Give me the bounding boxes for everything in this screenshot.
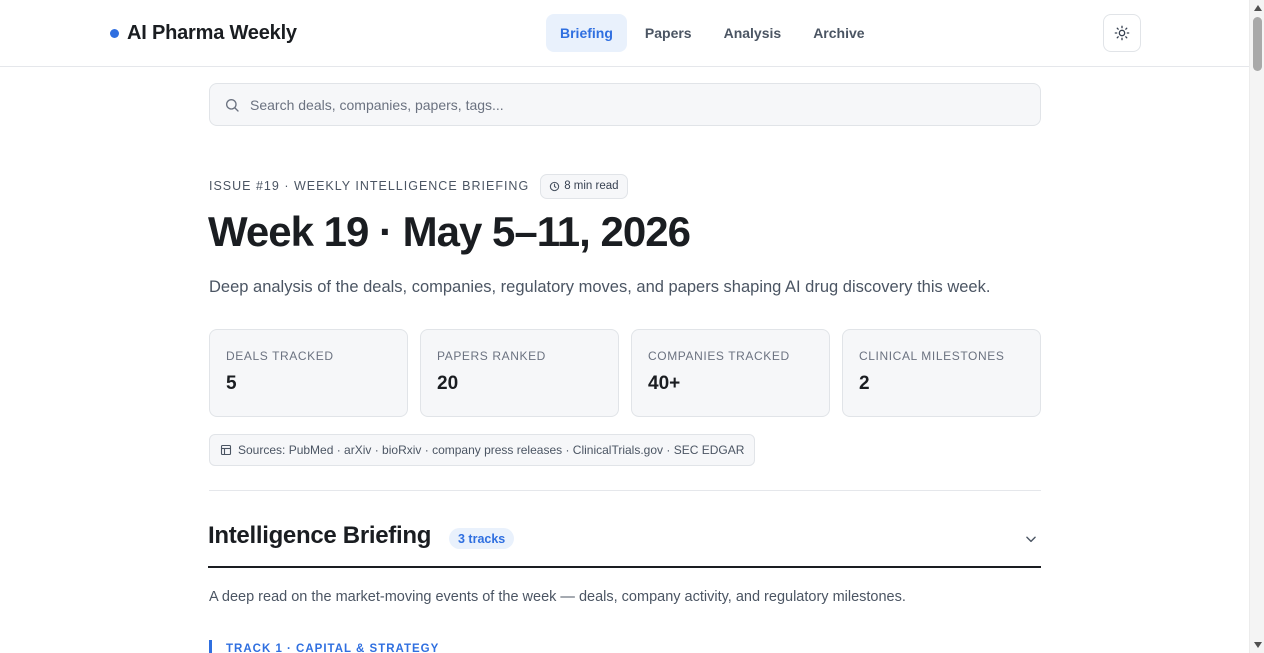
stat-value: 40+ [648, 373, 681, 394]
nav-item-briefing[interactable]: Briefing [546, 14, 627, 52]
scroll-up-arrow-icon[interactable] [1250, 2, 1264, 14]
issue-meta: ISSUE #19 · WEEKLY INTELLIGENCE BRIEFING… [209, 173, 628, 199]
theme-toggle-button[interactable] [1103, 14, 1141, 52]
stat-card-companies: COMPANIES TRACKED 40+ [631, 329, 830, 417]
nav-item-analysis[interactable]: Analysis [710, 14, 796, 52]
brand-logo[interactable]: AI Pharma Weekly [110, 20, 297, 46]
read-time-badge: 8 min read [540, 173, 628, 199]
page-title: Week 19 · May 5–11, 2026 [208, 208, 691, 255]
nav-item-archive[interactable]: Archive [799, 14, 878, 52]
top-navigation-bar: AI Pharma Weekly Briefing Papers Analysi… [0, 0, 1249, 67]
scrollbar-thumb[interactable] [1253, 17, 1262, 71]
nav-item-papers[interactable]: Papers [631, 14, 706, 52]
stat-value: 2 [859, 373, 870, 394]
tracks-count-badge: 3 tracks [449, 528, 515, 549]
stat-label: COMPANIES TRACKED [648, 349, 790, 363]
section-divider [209, 490, 1041, 491]
section-description: A deep read on the market-moving events … [209, 589, 906, 605]
search-bar[interactable] [209, 83, 1041, 126]
stat-label: CLINICAL MILESTONES [859, 349, 1005, 363]
section-header-intelligence-briefing[interactable]: Intelligence Briefing 3 tracks [208, 520, 1041, 568]
stat-card-papers: PAPERS RANKED 20 [420, 329, 619, 417]
stat-label: PAPERS RANKED [437, 349, 546, 363]
scroll-down-arrow-icon[interactable] [1250, 639, 1264, 651]
sun-icon [1114, 25, 1130, 41]
search-icon [226, 98, 239, 112]
table-icon [220, 444, 232, 456]
brand-dot-icon [110, 28, 119, 38]
search-input[interactable] [250, 96, 1010, 113]
chevron-down-icon[interactable] [1021, 529, 1041, 549]
clock-icon [550, 181, 560, 191]
main-nav: Briefing Papers Analysis Archive [546, 14, 879, 52]
sources-badge: Sources: PubMed · arXiv · bioRxiv · comp… [209, 434, 756, 466]
section-title: Intelligence Briefing [208, 522, 432, 549]
track-heading: TRACK 1 · CAPITAL & STRATEGY [209, 640, 439, 653]
stat-value: 20 [437, 373, 459, 394]
vertical-scrollbar[interactable] [1249, 0, 1264, 653]
issue-label: ISSUE #19 · WEEKLY INTELLIGENCE BRIEFING [209, 179, 530, 193]
brand-name: AI Pharma Weekly [127, 21, 297, 44]
stat-label: DEALS TRACKED [226, 349, 334, 363]
stats-grid: DEALS TRACKED 5 PAPERS RANKED 20 COMPANI… [209, 329, 1041, 417]
stat-card-milestones: CLINICAL MILESTONES 2 [842, 329, 1041, 417]
stat-value: 5 [226, 373, 237, 394]
sources-text: Sources: PubMed · arXiv · bioRxiv · comp… [238, 443, 745, 457]
issue-lede: Deep analysis of the deals, companies, r… [209, 278, 991, 296]
read-time-text: 8 min read [564, 180, 619, 192]
stat-card-deals: DEALS TRACKED 5 [209, 329, 408, 417]
